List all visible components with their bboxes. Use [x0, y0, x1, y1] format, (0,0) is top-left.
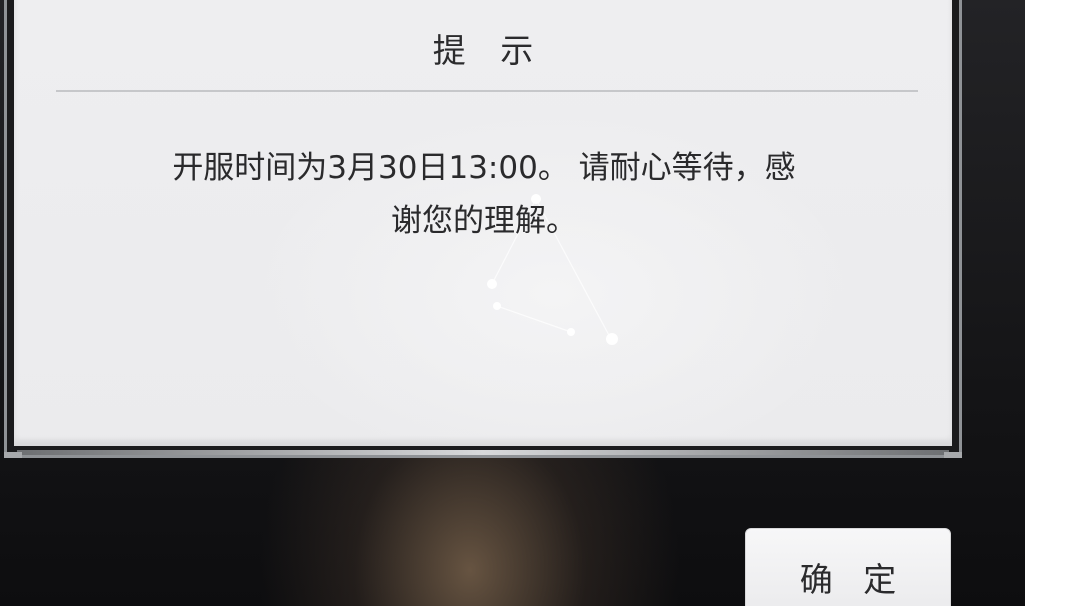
constellation-star — [487, 279, 497, 289]
notice-dialog: 提 示 开服时间为3月30日13:00。 请耐心等待，感 谢您的理解。 — [4, 0, 962, 458]
right-margin — [1025, 0, 1080, 606]
game-screen: 提 示 开服时间为3月30日13:00。 请耐心等待，感 谢您的理解。 确 定 — [0, 0, 1025, 606]
confirm-button-label: 确 定 — [799, 560, 907, 599]
dialog-message-line-1: 开服时间为3月30日13:00。 请耐心等待，感 — [172, 150, 796, 186]
dialog-bottom-edge — [17, 450, 949, 455]
dialog-message: 开服时间为3月30日13:00。 请耐心等待，感 谢您的理解。 — [104, 142, 864, 248]
constellation-star — [567, 328, 575, 336]
notice-dialog-body: 提 示 开服时间为3月30日13:00。 请耐心等待，感 谢您的理解。 — [14, 0, 952, 446]
constellation-star — [606, 333, 618, 345]
dialog-title: 提 示 — [432, 31, 546, 70]
constellation-star — [493, 302, 501, 310]
confirm-button[interactable]: 确 定 — [745, 528, 951, 606]
dialog-corner-right — [944, 452, 962, 458]
title-divider — [56, 90, 918, 92]
dialog-message-line-2: 谢您的理解。 — [391, 203, 577, 239]
constellation-line — [496, 305, 572, 333]
dialog-corner-left — [4, 452, 22, 458]
